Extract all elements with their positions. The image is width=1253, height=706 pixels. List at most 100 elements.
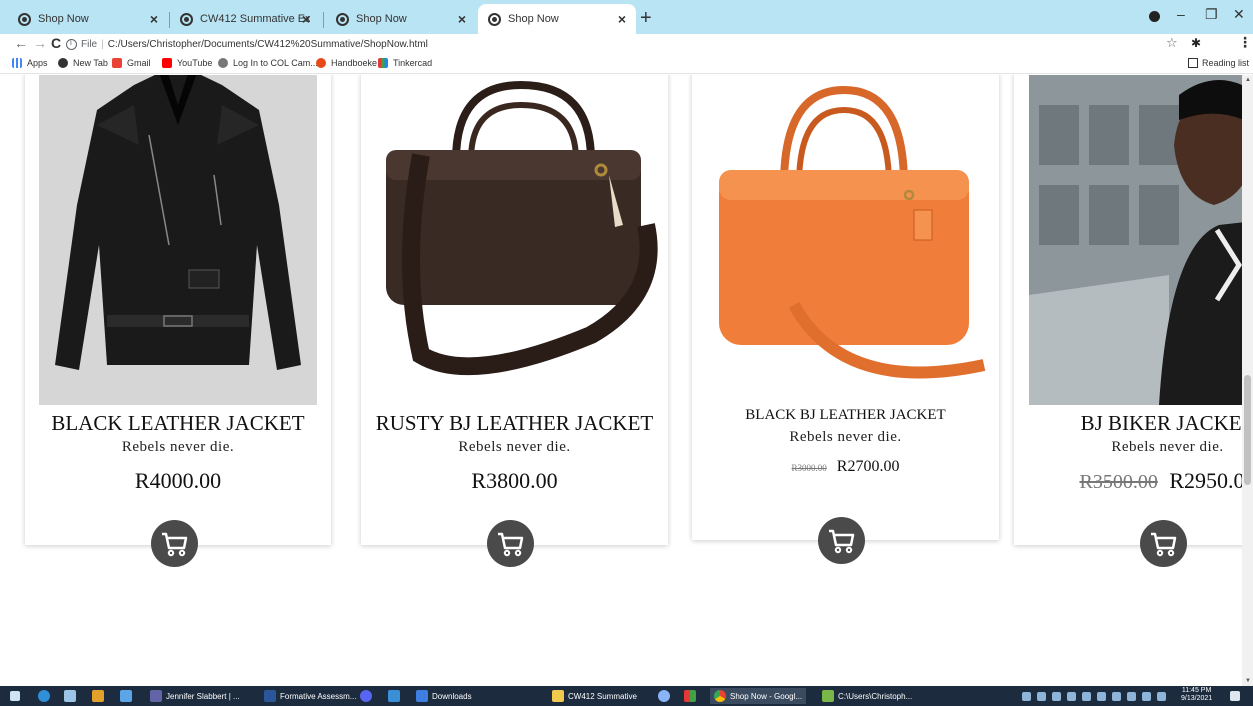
tab-shop-now-1[interactable]: Shop Now × [8,4,168,34]
taskbar-app-globe[interactable] [658,689,674,703]
tab-cw412-exam[interactable]: CW412 Summative Exam Section × [170,4,320,34]
taskbar-app-grid[interactable] [684,689,700,703]
reload-icon[interactable]: C [51,35,61,51]
bookmark-gmail[interactable]: Gmail [112,58,151,68]
tab-divider [323,12,324,28]
tray-check-icon[interactable] [1097,691,1106,701]
tab-shop-now-2[interactable]: Shop Now × [326,4,476,34]
tray-wifi-icon[interactable] [1127,691,1136,701]
product-name: BLACK LEATHER JACKET [51,411,305,435]
taskbar-clock[interactable]: 11:45 PM 9/13/2021 [1181,687,1212,703]
bookmark-star-icon[interactable]: ☆ [1166,35,1178,51]
taskbar-app-check[interactable] [120,689,136,703]
url-text[interactable]: C:/Users/Christopher/Documents/CW412%20S… [108,39,428,50]
close-tab-icon[interactable]: × [302,11,310,27]
add-to-cart-button[interactable] [151,520,198,567]
tray-arrow-icon[interactable] [1022,691,1031,701]
new-tab-button[interactable]: + [640,7,652,30]
minimize-icon[interactable]: – [1177,6,1185,22]
taskbar-item-label: Downloads [432,691,472,701]
tray-pen-icon[interactable] [1082,691,1091,701]
taskbar-app-paint[interactable] [92,689,108,703]
taskbar-photos[interactable] [388,689,404,703]
close-tab-icon[interactable]: × [458,11,466,27]
tray-battery-icon[interactable] [1142,691,1151,701]
shopping-cart-icon [162,532,188,557]
tray-tools-icon[interactable] [1112,691,1121,701]
taskbar-cmd[interactable]: C:\Users\Christoph... [822,689,912,703]
bookmark-new-tab[interactable]: New Tab [58,58,108,68]
bookmark-label: New Tab [73,58,108,68]
extensions-puzzle-icon[interactable]: ✱ [1191,36,1201,50]
bookmark-handboeke[interactable]: Handboeke [316,58,377,68]
restore-icon[interactable]: ❐ [1205,6,1218,23]
folder-icon [552,690,564,702]
tray-app-icon[interactable] [1067,691,1076,701]
bookmark-youtube[interactable]: YouTube [162,58,212,68]
taskbar-app-edge[interactable] [38,689,54,703]
bookmark-label: YouTube [177,58,213,68]
tab-title: Shop Now [38,13,89,25]
taskbar-downloads[interactable]: Downloads [416,689,472,703]
notifications-button[interactable] [1230,689,1244,703]
profile-icon[interactable] [1149,11,1160,22]
tab-title: CW412 Summative Exam Section [200,13,310,25]
tray-volume-icon[interactable] [1157,691,1166,701]
page-scrollbar[interactable]: ▲ ▼ [1242,75,1253,686]
forward-arrow-icon[interactable]: → [33,35,47,51]
back-arrow-icon[interactable]: ← [14,35,28,51]
tray-cloud-icon[interactable] [1052,691,1061,701]
taskbar-cw412-folder[interactable]: CW412 Summative [552,689,637,703]
sale-price: R2950.00 [1169,468,1242,493]
reading-list-button[interactable]: Reading list [1188,58,1249,68]
add-to-cart-button[interactable] [487,520,534,567]
taskbar-chrome-shop-now[interactable]: Shop Now - Googl... [710,688,807,704]
product-image-man-in-biker-jacket[interactable] [1029,75,1242,405]
close-window-icon[interactable]: ✕ [1233,6,1245,23]
globe-icon [488,12,501,26]
product-price: R4000.00 [25,468,331,494]
scroll-down-arrow-icon[interactable]: ▼ [1245,678,1251,684]
menu-dots-icon[interactable]: ⋮ [1238,34,1252,51]
product-tagline: Rebels never die. [789,429,902,445]
system-tray [1022,690,1172,702]
reading-list-label: Reading list [1202,58,1250,68]
close-tab-icon[interactable]: × [150,11,158,27]
current-price: R4000.00 [134,468,222,493]
bookmark-label: Apps [27,58,48,68]
word-icon [264,690,276,702]
taskbar-word[interactable]: Formative Assessm... [264,689,356,703]
close-tab-icon[interactable]: × [618,11,626,27]
jacket-illustration [55,75,301,370]
taskbar-teams[interactable]: Jennifer Slabbert | ... [150,689,240,703]
tray-network-icon[interactable] [1037,691,1046,701]
bookmark-apps[interactable]: Apps [12,58,48,68]
product-image-orange-leather-bag[interactable] [704,75,987,405]
taskbar-discord[interactable] [360,689,376,703]
bookmark-label: Tinkercad [393,58,433,68]
edge-icon [38,690,50,702]
product-image-dark-brown-leather-bag[interactable] [361,75,668,405]
taskbar-app-explorer[interactable] [64,689,80,703]
tab-shop-now-active[interactable]: Shop Now × [478,4,636,34]
bookmark-tinkercad[interactable]: Tinkercad [378,58,432,68]
taskbar-item-label: Formative Assessm... [280,691,357,701]
scroll-thumb[interactable] [1244,375,1251,485]
notification-icon [1230,691,1240,701]
product-tagline: Rebels never die. [121,439,235,455]
bookmark-col-campus[interactable]: Log In to COL Cam... [218,58,318,68]
checkmark-icon [120,690,132,702]
clock-time: 11:45 PM [1181,687,1212,694]
info-icon[interactable] [66,38,77,50]
product-image-black-leather-jacket[interactable] [39,75,317,405]
windows-logo-icon [10,691,20,701]
product-card: BLACK BJ LEATHER JACKET Rebels never die… [692,75,999,564]
add-to-cart-button[interactable] [1140,520,1187,567]
address-bar[interactable]: File | C:/Users/Christopher/Documents/CW… [66,35,1206,53]
product-tagline: Rebels never die. [1111,439,1224,455]
start-button[interactable] [10,689,24,703]
taskbar-item-label: CW412 Summative [568,691,637,701]
product-name: BJ BIKER JACKET [1080,411,1242,435]
scroll-up-arrow-icon[interactable]: ▲ [1245,77,1251,83]
add-to-cart-button[interactable] [818,517,865,564]
